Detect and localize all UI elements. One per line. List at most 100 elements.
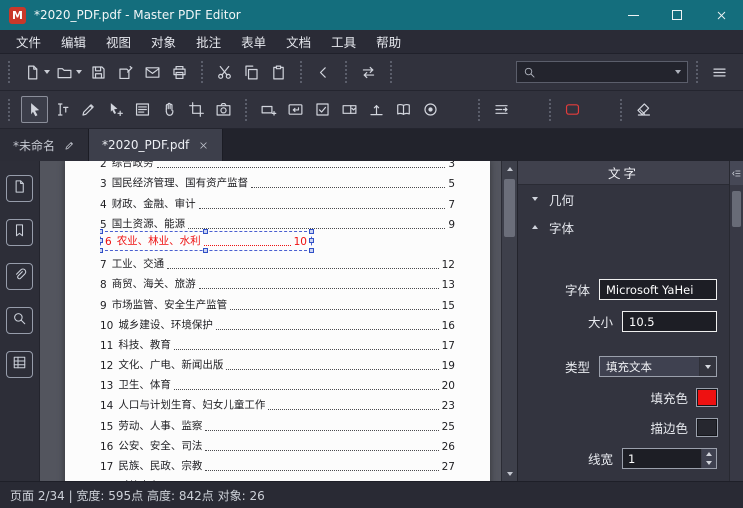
overflow-menu-button[interactable] [706, 59, 733, 86]
stroke-color-swatch[interactable] [696, 418, 718, 437]
crop-tool[interactable] [183, 96, 210, 123]
forms-panel-button[interactable] [6, 351, 33, 378]
selection-handle[interactable] [309, 247, 314, 253]
pdf-page[interactable]: 2 综合政务 3 3 国民经济管理、国有资产监督 5 4 财政、金融、审计 7 5 国土资源、能源 9… [65, 161, 490, 481]
maximize-button[interactable] [655, 0, 699, 30]
menu-item-2[interactable]: 视图 [96, 30, 141, 53]
toc-row[interactable]: 8 商贸、海关、旅游 13 [100, 274, 455, 294]
open-file-button[interactable] [53, 59, 85, 86]
panel-toggle-button[interactable] [730, 161, 743, 185]
toc-row[interactable]: 2 综合政务 3 [100, 161, 455, 173]
toc-row[interactable]: 3 国民经济管理、国有资产监督 5 [100, 173, 455, 193]
toc-row[interactable]: 16 公安、安全、司法 26 [100, 436, 455, 456]
search-icon [12, 311, 27, 330]
toolbar-grip[interactable] [8, 98, 12, 121]
email-button[interactable] [139, 59, 166, 86]
menu-item-7[interactable]: 工具 [321, 30, 366, 53]
edit-text-tool[interactable] [75, 96, 102, 123]
toc-row[interactable]: 10 城乡建设、环境保护 16 [100, 315, 455, 335]
dropdown-caret-icon[interactable] [44, 70, 50, 74]
align-tool[interactable] [488, 96, 515, 123]
toc-row[interactable]: 12 文化、广电、新闻出版 19 [100, 355, 455, 375]
toc-row[interactable]: 7 工业、交通 12 [100, 254, 455, 274]
selection-handle[interactable] [309, 237, 314, 243]
toc-row[interactable]: 11 科技、教育 17 [100, 335, 455, 355]
signature-tool[interactable] [363, 96, 390, 123]
text-select-tool[interactable] [48, 96, 75, 123]
menu-item-0[interactable]: 文件 [6, 30, 51, 53]
tab-untitled[interactable]: *未命名 [0, 129, 90, 161]
thumbnails-panel-button[interactable] [6, 175, 33, 202]
swap-view-button[interactable] [355, 59, 382, 86]
select-tool[interactable] [21, 96, 48, 123]
font-size-field[interactable] [622, 311, 717, 332]
save-button[interactable] [85, 59, 112, 86]
selection-box[interactable]: 6 农业、林业、水利 10 [100, 228, 314, 253]
toc-row[interactable]: 4 财政、金融、审计 7 [100, 193, 455, 213]
dropdown-caret-icon[interactable] [76, 70, 82, 74]
selection-handle[interactable] [203, 247, 208, 253]
eraser-tool[interactable] [630, 96, 657, 123]
snapshot-tool[interactable] [210, 96, 237, 123]
toc-row[interactable]: 13 卫生、体育 20 [100, 375, 455, 395]
previous-view-button[interactable] [310, 59, 337, 86]
menu-item-6[interactable]: 文档 [276, 30, 321, 53]
toc-row[interactable]: 14 人口与计划生育、妇女儿童工作 23 [100, 395, 455, 415]
paste-button[interactable] [265, 59, 292, 86]
bookmarks-panel-button[interactable] [6, 219, 33, 246]
panel-scrollbar-thumb[interactable] [732, 191, 741, 227]
toc-row[interactable]: 6 农业、林业、水利 10 [100, 228, 455, 254]
line-width-field[interactable] [623, 449, 701, 468]
section-geometry[interactable]: 几何 [518, 185, 729, 213]
minimize-button[interactable] [611, 0, 655, 30]
menu-item-5[interactable]: 表单 [231, 30, 276, 53]
scroll-down-button[interactable] [502, 466, 517, 481]
vertical-scrollbar[interactable] [501, 161, 517, 481]
text-field-tool[interactable] [255, 96, 282, 123]
push-button-tool[interactable] [282, 96, 309, 123]
menu-item-8[interactable]: 帮助 [366, 30, 411, 53]
scroll-up-button[interactable] [502, 161, 517, 176]
copy-button[interactable] [238, 59, 265, 86]
radio-button-tool[interactable] [417, 96, 444, 123]
scrollbar-thumb[interactable] [504, 179, 515, 237]
combo-box-tool[interactable] [336, 96, 363, 123]
edit-object-tool[interactable] [102, 96, 129, 123]
font-family-field[interactable] [599, 279, 717, 300]
toc-row[interactable]: 15 劳动、人事、监察 25 [100, 415, 455, 435]
search-dropdown-icon[interactable] [675, 70, 681, 74]
attachments-panel-button[interactable] [6, 263, 33, 290]
search-input[interactable] [542, 65, 669, 79]
spin-up-button[interactable] [702, 449, 716, 459]
save-as-button[interactable] [112, 59, 139, 86]
section-font[interactable]: 字体 [518, 213, 729, 241]
close-button[interactable] [699, 0, 743, 30]
print-button[interactable] [166, 59, 193, 86]
search-panel-button[interactable] [6, 307, 33, 334]
floppy-icon [90, 64, 107, 81]
menu-item-1[interactable]: 编辑 [51, 30, 96, 53]
new-document-button[interactable] [21, 59, 53, 86]
object-frames-toggle[interactable] [559, 96, 586, 123]
toolbar-grip[interactable] [8, 61, 12, 83]
selection-handle[interactable] [100, 247, 103, 253]
toc-row[interactable]: 17 民族、民政、宗教 27 [100, 456, 455, 476]
selection-handle[interactable] [309, 228, 314, 234]
selection-handle[interactable] [100, 237, 103, 243]
menu-item-4[interactable]: 批注 [186, 30, 231, 53]
hand-tool[interactable] [156, 96, 183, 123]
list-box-tool[interactable] [390, 96, 417, 123]
fill-type-select[interactable]: 填充文本 [599, 356, 717, 377]
cut-button[interactable] [211, 59, 238, 86]
form-fields-tool[interactable] [129, 96, 156, 123]
fill-color-swatch[interactable] [696, 388, 718, 407]
selection-handle[interactable] [203, 228, 208, 234]
fill-type-label: 类型 [564, 360, 590, 375]
tab-2020-pdf[interactable]: *2020_PDF.pdf [89, 129, 224, 161]
selection-handle[interactable] [100, 228, 103, 234]
toc-row[interactable]: 9 市场监管、安全生产监管 15 [100, 294, 455, 314]
tab-close-icon[interactable] [198, 140, 209, 151]
menu-item-3[interactable]: 对象 [141, 30, 186, 53]
checkbox-tool[interactable] [309, 96, 336, 123]
spin-down-button[interactable] [702, 458, 716, 468]
